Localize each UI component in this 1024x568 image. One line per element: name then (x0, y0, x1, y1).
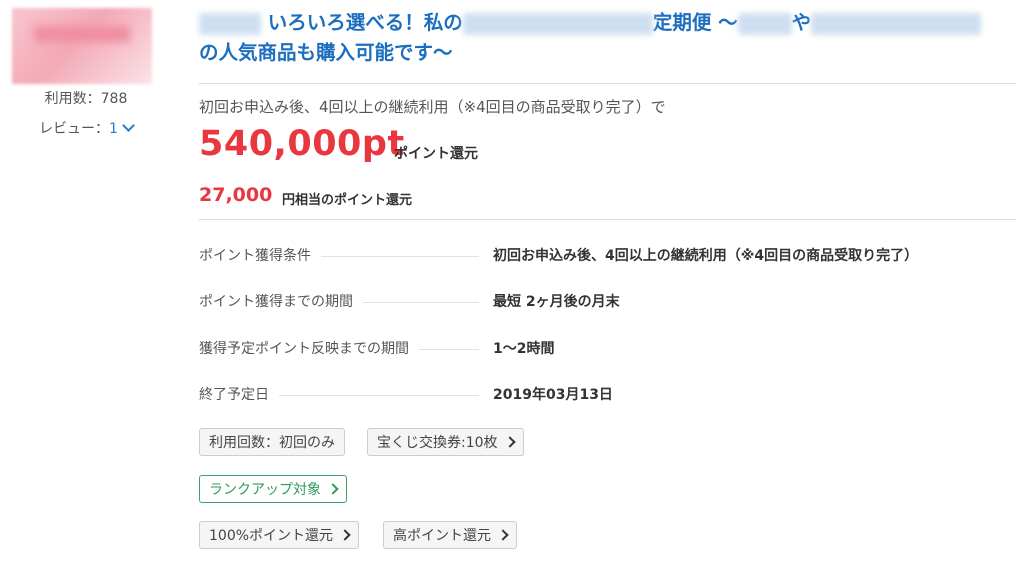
tag-label[interactable]: 100%ポイント還元 (209, 528, 333, 544)
full-point-tag[interactable]: 100%ポイント還元 (199, 521, 360, 549)
review-count[interactable]: レビュー：1 (20, 118, 152, 138)
points-amount: 540,000pt (199, 124, 405, 164)
usage-label: 利用数： (44, 91, 101, 107)
detail-row-reflection: 獲得予定ポイント反映までの期間 1〜2時間 (199, 338, 1009, 360)
usage-count: 利用数：788 (20, 88, 152, 108)
detail-value: 初回お申込み後、4回以上の継続利用（※4回目の商品受取り完了） (493, 248, 919, 264)
detail-row-period: ポイント獲得までの期間 最短 2ヶ月後の月末 (199, 291, 1009, 313)
offer-title[interactable]: いろいろ選べる！私の 定期便 〜 や の人気商品も購入可能です〜 (199, 8, 1009, 68)
rankup-tag[interactable]: ランクアップ対象 (199, 475, 347, 503)
detail-label: 獲得予定ポイント反映までの期間 (199, 338, 419, 358)
condition-summary: 初回お申込み後、4回以上の継続利用（※4回目の商品受取り完了）で (199, 98, 666, 116)
chevron-right-icon[interactable] (339, 529, 351, 541)
tag-label[interactable]: ランクアップ対象 (209, 482, 321, 498)
detail-row-end-date: 終了予定日 2019年03月13日 (199, 384, 1009, 406)
detail-value: 1〜2時間 (493, 341, 555, 357)
divider (199, 219, 1016, 220)
detail-row-condition: ポイント獲得条件 初回お申込み後、4回以上の継続利用（※4回目の商品受取り完了） (199, 245, 1009, 267)
detail-value: 2019年03月13日 (493, 387, 613, 403)
product-thumbnail[interactable] (12, 8, 152, 84)
title-part-2[interactable]: 定期便 〜 (653, 11, 738, 34)
blurred-text (811, 12, 982, 35)
title-part-4[interactable]: の人気商品も購入可能です〜 (199, 41, 453, 64)
usage-value: 788 (100, 91, 128, 107)
review-label: レビュー： (39, 121, 110, 137)
chevron-right-icon[interactable] (327, 483, 339, 495)
yen-amount: 27,000 (199, 184, 273, 206)
detail-label: 終了予定日 (199, 384, 279, 404)
blurred-text (737, 12, 792, 35)
tag-label: 利用回数：初回のみ (209, 435, 335, 451)
chevron-down-icon[interactable] (122, 119, 135, 132)
yen-label: 円相当のポイント還元 (282, 193, 413, 208)
tag-label[interactable]: 高ポイント還元 (393, 528, 491, 544)
chevron-right-icon[interactable] (497, 529, 509, 541)
lottery-tag[interactable]: 宝くじ交換券:10枚 (367, 428, 524, 456)
chevron-right-icon[interactable] (503, 436, 516, 448)
divider (199, 83, 1016, 84)
detail-label: ポイント獲得条件 (199, 245, 321, 265)
usage-times-tag: 利用回数：初回のみ (199, 428, 345, 456)
blurred-text (462, 12, 653, 35)
detail-label: ポイント獲得までの期間 (199, 291, 363, 311)
title-part-1[interactable]: いろいろ選べる！私の (268, 11, 463, 34)
detail-value: 最短 2ヶ月後の月末 (493, 294, 620, 310)
blurred-text (199, 12, 261, 35)
points-label: ポイント還元 (394, 146, 478, 162)
review-value[interactable]: 1 (109, 121, 118, 137)
tag-label[interactable]: 宝くじ交換券:10枚 (377, 435, 498, 451)
title-part-3[interactable]: や (792, 11, 812, 34)
high-point-tag[interactable]: 高ポイント還元 (383, 521, 517, 549)
